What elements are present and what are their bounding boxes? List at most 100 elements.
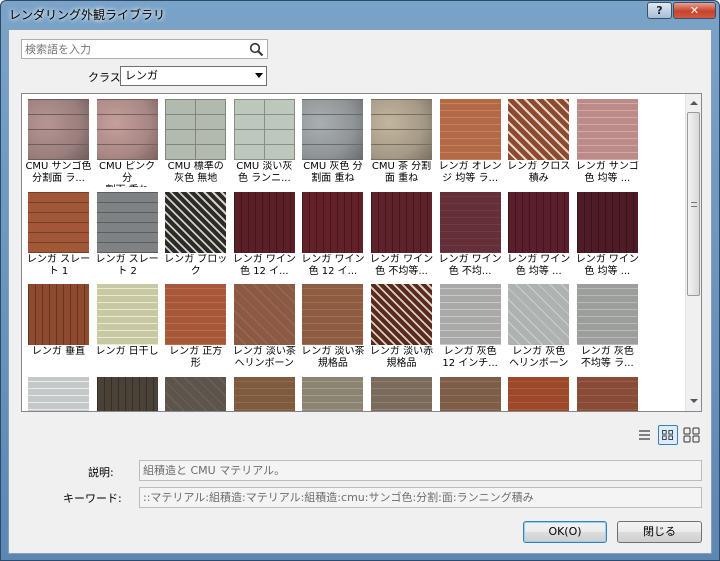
appearance-tile[interactable]: レンガ 灰色 12 インチ... — [436, 279, 505, 370]
appearance-caption: レンガ サンゴ 色 均等 ... — [575, 161, 639, 184]
appearance-tile[interactable] — [161, 372, 230, 411]
appearance-tile[interactable]: レンガ ワイン 色 均等 ... — [573, 187, 642, 278]
appearance-tile[interactable]: レンガ クロス 積み — [504, 94, 573, 185]
appearance-tile[interactable]: レンガ 垂直 — [24, 279, 93, 370]
appearance-thumbnail — [302, 284, 364, 345]
appearance-tile[interactable]: レンガ ワイン 色 12 イ... — [230, 187, 299, 278]
appearance-tile[interactable] — [573, 372, 642, 411]
appearance-thumbnail — [302, 376, 364, 411]
appearance-caption: レンガ ワイン 色 不均等... — [369, 253, 434, 277]
search-box[interactable] — [21, 39, 268, 59]
appearance-caption: レンガ クロス 積み — [507, 161, 571, 184]
appearance-tile[interactable]: レンガ 淡い赤 規格品 — [367, 279, 436, 370]
appearance-tile[interactable]: レンガ ブロック — [161, 187, 230, 278]
appearance-tile[interactable]: レンガ ワイン 色 12 イ... — [298, 187, 367, 278]
search-icon[interactable] — [249, 42, 264, 57]
appearance-grid[interactable]: CMU サンゴ色 分割面 ラ... CMU ピンク 分 割面 重ね CMU 標準の … — [21, 93, 702, 412]
appearance-thumbnail — [302, 99, 364, 160]
appearance-thumbnail — [233, 191, 295, 253]
appearance-caption: レンガ 日干し — [95, 346, 159, 357]
appearance-thumbnail — [233, 376, 295, 411]
appearance-caption: CMU 淡い灰 色 ランニ... — [236, 161, 293, 184]
appearance-thumbnail — [508, 191, 570, 253]
appearance-tile[interactable]: CMU 標準の 灰色 無地 — [161, 94, 230, 185]
ok-button[interactable]: OK(O) — [523, 521, 607, 543]
keywords-label: キーワード: — [63, 492, 122, 505]
appearance-caption: CMU 標準の 灰色 無地 — [167, 161, 224, 184]
appearance-tile[interactable]: レンガ 日干し — [93, 279, 162, 370]
appearance-thumbnail — [371, 284, 432, 345]
appearance-thumbnail — [576, 284, 638, 345]
help-button[interactable]: ? — [647, 2, 672, 19]
appearance-thumbnail — [439, 99, 501, 160]
appearance-tile[interactable] — [436, 372, 505, 411]
appearance-tile[interactable]: レンガ スレー ト 1 — [24, 187, 93, 278]
appearance-thumbnail — [371, 191, 432, 253]
appearance-caption: レンガ 淡い赤 規格品 — [369, 346, 434, 369]
appearance-tile[interactable]: CMU 淡い灰 色 ランニ... — [230, 94, 299, 185]
appearance-tile[interactable]: レンガ ワイン 色 均等 ... — [504, 187, 573, 278]
appearance-thumbnail — [165, 284, 227, 345]
class-dropdown[interactable]: レンガ — [120, 66, 267, 86]
appearance-tile[interactable]: レンガ 灰色 不均等 ラ... — [573, 279, 642, 370]
appearance-thumbnail — [96, 376, 158, 411]
appearance-caption: レンガ 灰色 12 インチ... — [442, 346, 498, 369]
appearance-tile[interactable]: レンガ 正方 形 — [161, 279, 230, 370]
appearance-thumbnail — [96, 191, 158, 253]
appearance-tile[interactable]: CMU 茶 分割 面 重ね — [367, 94, 436, 185]
scroll-up-arrow-icon[interactable] — [690, 101, 698, 105]
appearance-tile[interactable]: CMU 灰色 分 割面 重ね — [298, 94, 367, 185]
class-selected-value: レンガ — [125, 69, 158, 82]
appearance-caption: レンガ ワイン 色 均等 ... — [507, 253, 571, 277]
list-view-icon[interactable] — [634, 425, 654, 445]
close-window-button[interactable]: ✕ — [673, 2, 716, 19]
medium-icons-icon[interactable] — [658, 425, 678, 445]
close-button[interactable]: 閉じる — [617, 521, 702, 543]
appearance-thumbnail — [96, 99, 158, 160]
description-field: 組積造と CMU マテリアル。 — [139, 460, 702, 481]
appearance-tile[interactable] — [504, 372, 573, 411]
search-input[interactable] — [22, 40, 242, 58]
appearance-tile[interactable] — [367, 372, 436, 411]
appearance-tile[interactable]: レンガ ワイン 色 不均等... — [367, 187, 436, 278]
large-icons-icon[interactable] — [682, 425, 702, 445]
appearance-tile[interactable]: CMU サンゴ色 分割面 ラ... — [24, 94, 93, 185]
appearance-caption: CMU 茶 分割 面 重ね — [371, 161, 432, 184]
dialog-body: クラス: レンガ CMU サンゴ色 分割面 ラ...CMU ピンク 分 割面 重… — [8, 29, 712, 554]
scroll-down-arrow-icon[interactable] — [690, 399, 698, 403]
appearance-caption: レンガ 灰色 ヘリンボーン — [508, 346, 569, 369]
appearance-thumbnail — [439, 284, 501, 345]
appearance-tile[interactable]: レンガ サンゴ 色 均等 ... — [573, 94, 642, 185]
appearance-tile[interactable] — [24, 372, 93, 411]
appearance-tile[interactable] — [298, 372, 367, 411]
appearance-thumbnail — [302, 191, 364, 253]
appearance-tile[interactable]: レンガ ワイン 色 不均... — [436, 187, 505, 278]
appearance-tile[interactable]: レンガ オレン ジ 均等 ラ... — [436, 94, 505, 185]
appearance-tile[interactable]: レンガ 灰色 ヘリンボーン — [504, 279, 573, 370]
scrollbar-thumb[interactable] — [687, 112, 700, 296]
appearance-caption: レンガ ワイン 色 12 イ... — [301, 253, 365, 277]
appearance-thumbnail — [371, 99, 432, 160]
appearance-thumbnail — [233, 284, 295, 345]
keywords-field: ::マテリアル:組積造:マテリアル:組積造:cmu:サンゴ色:分割:面:ランニン… — [139, 487, 702, 508]
appearance-thumbnail — [28, 284, 89, 345]
appearance-thumbnail — [28, 376, 89, 411]
appearance-tile[interactable]: レンガ 淡い茶 規格品 — [298, 279, 367, 370]
appearance-tile[interactable] — [230, 372, 299, 411]
appearance-thumbnail — [508, 284, 570, 345]
appearance-tile[interactable]: レンガ 淡い茶 ヘリンボーン — [230, 279, 299, 370]
appearance-caption: レンガ ワイン 色 不均... — [438, 253, 502, 277]
appearance-thumbnail — [165, 191, 227, 253]
grip-icon — [691, 202, 697, 207]
appearance-thumbnail — [96, 284, 158, 345]
appearance-thumbnail — [165, 376, 227, 411]
appearance-tile[interactable]: レンガ スレー ト 2 — [93, 187, 162, 278]
title-bar[interactable]: レンダリング外観ライブラリ ? ✕ — [1, 1, 719, 27]
appearance-tile[interactable]: CMU ピンク 分 割面 重ね — [93, 94, 162, 187]
chevron-down-icon — [255, 73, 263, 78]
appearance-caption: レンガ 灰色 不均等 ラ... — [580, 346, 634, 369]
appearance-thumbnail — [508, 99, 570, 160]
appearance-caption: レンガ スレー ト 1 — [26, 253, 91, 277]
appearance-tile[interactable] — [93, 372, 162, 411]
vertical-scrollbar[interactable] — [685, 94, 701, 411]
